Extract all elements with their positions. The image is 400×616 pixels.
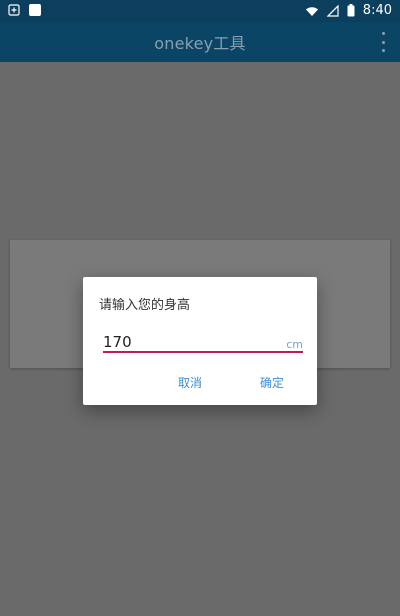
cancel-button[interactable]: 取消 bbox=[178, 374, 202, 391]
overflow-dot bbox=[381, 32, 385, 35]
battery-icon bbox=[347, 4, 355, 17]
status-right: 8:40 bbox=[305, 3, 392, 18]
status-bar: 8:40 bbox=[0, 0, 400, 22]
app-icon bbox=[29, 4, 41, 16]
overflow-dot bbox=[381, 49, 385, 52]
confirm-button[interactable]: 确定 bbox=[260, 374, 284, 391]
input-underline bbox=[103, 351, 303, 353]
wifi-icon bbox=[305, 6, 318, 16]
signal-icon bbox=[326, 4, 339, 17]
overflow-dot bbox=[381, 40, 385, 44]
unit-suffix: cm bbox=[286, 338, 303, 351]
notification-icon bbox=[8, 4, 20, 16]
height-input-value[interactable]: 170 bbox=[103, 333, 132, 351]
status-time: 8:40 bbox=[362, 3, 392, 18]
dialog-title: 请输入您的身高 bbox=[99, 298, 191, 313]
more-vert-icon[interactable] bbox=[380, 32, 386, 52]
app-title: onekey工具 bbox=[154, 34, 246, 53]
height-input[interactable]: 170 cm bbox=[103, 329, 303, 353]
height-input-dialog: 请输入您的身高 170 cm 取消 确定 bbox=[83, 277, 317, 405]
status-left bbox=[8, 3, 42, 17]
app-bar: onekey工具 bbox=[0, 22, 400, 62]
